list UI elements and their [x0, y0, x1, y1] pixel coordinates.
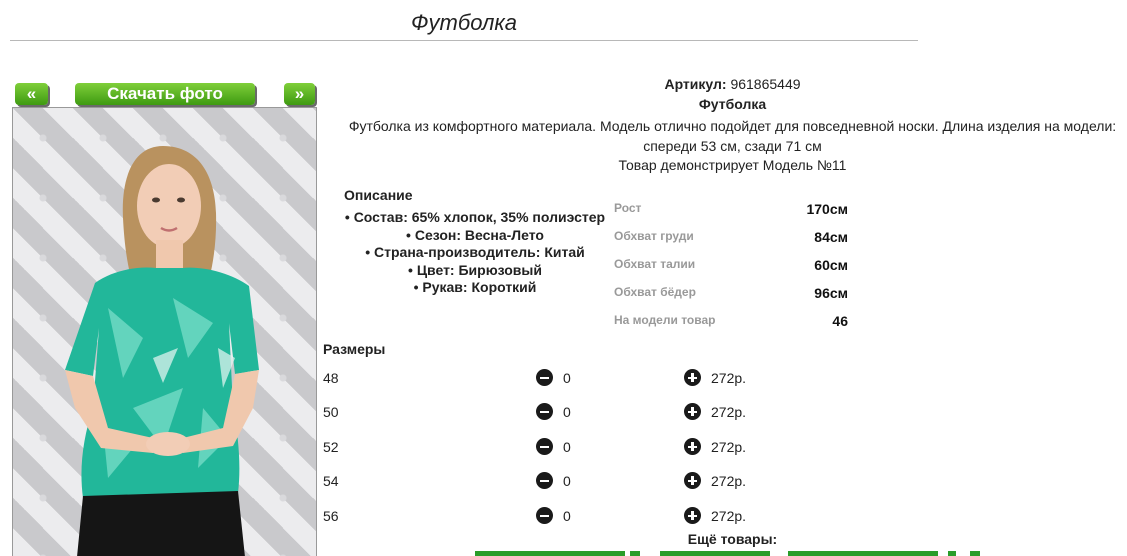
price-value: 272р. — [711, 439, 747, 455]
description-list: Состав: 65% хлопок, 35% полиэстер Сезон:… — [330, 209, 620, 297]
measurement-label: Обхват бёдер — [614, 285, 696, 299]
next-photo-button[interactable]: » — [284, 83, 315, 105]
prev-photo-button[interactable]: « — [15, 83, 48, 105]
minus-icon[interactable] — [536, 507, 553, 524]
measurement-row: Рост 170см — [614, 197, 854, 225]
size-label: 50 — [323, 404, 339, 420]
measurement-label: Обхват талии — [614, 257, 696, 271]
minus-icon[interactable] — [536, 369, 553, 386]
plus-icon[interactable] — [684, 507, 701, 524]
size-row: 56 0 272р. — [323, 504, 823, 528]
measurement-value: 60см — [814, 257, 848, 273]
measurement-label: Рост — [614, 201, 642, 215]
price-value: 272р. — [711, 508, 747, 524]
list-item: Состав: 65% хлопок, 35% полиэстер — [330, 209, 620, 227]
more-products-links[interactable] — [470, 551, 990, 556]
page-title: Футболка — [10, 8, 918, 41]
plus-icon[interactable] — [684, 369, 701, 386]
sizes-heading: Размеры — [323, 341, 386, 357]
product-name: Футболка — [698, 96, 767, 112]
article-value: 961865449 — [730, 76, 801, 92]
list-item: Страна-производитель: Китай — [330, 244, 620, 262]
size-label: 48 — [323, 370, 339, 386]
more-products-heading: Ещё товары: — [687, 531, 778, 547]
price-value: 272р. — [711, 473, 747, 489]
size-row: 50 0 272р. — [323, 400, 823, 424]
article-label: Артикул: — [664, 76, 727, 92]
model-note: Товар демонстрирует Модель №11 — [618, 157, 847, 173]
measurement-row: Обхват груди 84см — [614, 225, 854, 253]
measurements-table: Рост 170см Обхват груди 84см Обхват тали… — [614, 197, 854, 337]
quantity-value: 0 — [563, 404, 571, 420]
product-description: Футболка из комфортного материала. Модел… — [348, 118, 1117, 154]
minus-icon[interactable] — [536, 472, 553, 489]
size-label: 56 — [323, 508, 339, 524]
measurement-value: 96см — [814, 285, 848, 301]
price-value: 272р. — [711, 404, 747, 420]
quantity-value: 0 — [563, 370, 571, 386]
list-item: Сезон: Весна-Лето — [330, 227, 620, 245]
size-label: 52 — [323, 439, 339, 455]
plus-icon[interactable] — [684, 403, 701, 420]
size-row: 52 0 272р. — [323, 435, 823, 459]
measurement-row: На модели товар 46 — [614, 309, 854, 337]
size-label: 54 — [323, 473, 339, 489]
quantity-value: 0 — [563, 508, 571, 524]
quantity-value: 0 — [563, 439, 571, 455]
measurement-label: Обхват груди — [614, 229, 694, 243]
measurement-label: На модели товар — [614, 313, 716, 327]
price-value: 272р. — [711, 370, 747, 386]
measurement-value: 84см — [814, 229, 848, 245]
article-line: Артикул: 961865449 — [330, 76, 1127, 92]
download-photo-button[interactable]: Скачать фото — [75, 83, 255, 105]
measurement-value: 170см — [806, 201, 848, 217]
minus-icon[interactable] — [536, 403, 553, 420]
minus-icon[interactable] — [536, 438, 553, 455]
plus-icon[interactable] — [684, 438, 701, 455]
measurement-row: Обхват талии 60см — [614, 253, 854, 281]
size-row: 48 0 272р. — [323, 366, 823, 390]
quantity-value: 0 — [563, 473, 571, 489]
list-item: Цвет: Бирюзовый — [330, 262, 620, 280]
product-photo[interactable] — [12, 107, 317, 556]
measurement-value: 46 — [832, 313, 848, 329]
model-illustration — [65, 146, 259, 556]
description-heading: Описание — [344, 187, 413, 203]
list-item: Рукав: Короткий — [330, 279, 620, 297]
plus-icon[interactable] — [684, 472, 701, 489]
size-row: 54 0 272р. — [323, 469, 823, 493]
measurement-row: Обхват бёдер 96см — [614, 281, 854, 309]
